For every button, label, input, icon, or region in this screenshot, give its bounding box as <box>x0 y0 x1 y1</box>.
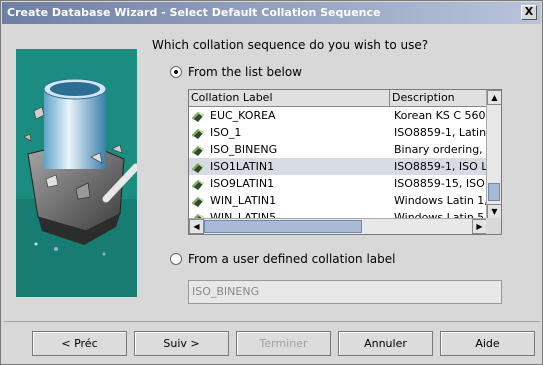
user-collation-label-field[interactable]: ISO_BINENG <box>188 280 502 304</box>
collation-label: EUC_KOREA <box>210 109 276 122</box>
scroll-right-button[interactable]: ▶ <box>472 219 487 234</box>
scroll-left-button[interactable]: ◀ <box>189 219 204 234</box>
collation-label: ISO_BINENG <box>210 143 278 156</box>
question-label: Which collation sequence do you wish to … <box>152 38 429 52</box>
column-header-collation-label[interactable]: Collation Label <box>189 90 390 107</box>
row-label-cell: WIN_LATIN1 <box>189 192 390 209</box>
table-row[interactable]: EUC_KOREA Korean KS C 5601 <box>189 107 487 124</box>
collation-label: ISO1LATIN1 <box>210 160 275 173</box>
horizontal-scroll-thumb[interactable] <box>204 220 362 233</box>
table-header: Collation Label Description <box>189 90 487 107</box>
table-row[interactable]: ISO_1 ISO8859-1, Latin 1 <box>189 124 487 141</box>
scroll-down-button[interactable]: ▼ <box>487 204 501 219</box>
collation-description: ISO8859-1, ISO La <box>394 160 487 173</box>
user-defined-label: From a user defined collation label <box>188 252 396 266</box>
vertical-scroll-thumb[interactable] <box>488 183 500 201</box>
wizard-illustration <box>16 49 137 297</box>
collation-description: Korean KS C 5601 <box>394 109 487 122</box>
arrow-right-icon: ▶ <box>476 222 483 231</box>
table-row[interactable]: ISO_BINENG Binary ordering, E <box>189 141 487 158</box>
finish-button[interactable]: Terminer <box>236 331 331 356</box>
collation-label: ISO_1 <box>210 126 242 139</box>
arrow-left-icon: ◀ <box>193 222 200 231</box>
collation-label: ISO9LATIN1 <box>210 177 275 190</box>
column-header-description[interactable]: Description <box>390 90 487 107</box>
table-row[interactable]: ISO9LATIN1 ISO8859-15, ISO L <box>189 175 487 192</box>
database-icon <box>192 145 204 156</box>
scrollbar-corner <box>486 218 501 234</box>
table-row-selected[interactable]: ISO1LATIN1 ISO8859-1, ISO La <box>189 158 487 175</box>
help-button[interactable]: Aide <box>440 331 535 356</box>
cancel-button[interactable]: Annuler <box>338 331 433 356</box>
row-label-cell: ISO9LATIN1 <box>189 175 390 192</box>
collation-description: Windows Latin 1, W <box>394 194 487 207</box>
wizard-window: Create Database Wizard - Select Default … <box>0 0 543 365</box>
database-icon <box>192 128 204 139</box>
database-icon <box>192 111 204 122</box>
table-body: EUC_KOREA Korean KS C 5601 ISO_1 ISO8859… <box>189 107 487 219</box>
close-icon: X <box>524 5 534 18</box>
database-icon <box>192 179 204 190</box>
from-list-option[interactable]: From the list below <box>170 65 302 79</box>
table-row[interactable]: WIN_LATIN1 Windows Latin 1, W <box>189 192 487 209</box>
row-label-cell: ISO_BINENG <box>189 141 390 158</box>
arrow-up-icon: ▲ <box>491 93 498 102</box>
previous-button[interactable]: < Préc <box>32 331 127 356</box>
user-defined-radio[interactable] <box>170 253 182 265</box>
window-title: Create Database Wizard - Select Default … <box>7 6 381 19</box>
database-hammer-illustration <box>16 49 137 297</box>
from-list-label: From the list below <box>188 65 302 79</box>
next-button[interactable]: Suiv > <box>134 331 229 356</box>
row-label-cell: EUC_KOREA <box>189 107 390 124</box>
database-icon <box>192 162 204 173</box>
collation-description: Binary ordering, E <box>394 143 487 156</box>
vertical-scrollbar[interactable]: ▲ ▼ <box>486 90 501 219</box>
close-button[interactable]: X <box>521 5 537 20</box>
horizontal-scrollbar[interactable]: ◀ ▶ <box>189 218 487 234</box>
row-label-cell: ISO_1 <box>189 124 390 141</box>
scroll-up-button[interactable]: ▲ <box>487 90 501 105</box>
collation-table: Collation Label Description EUC_KOREA Ko… <box>188 89 502 235</box>
arrow-down-icon: ▼ <box>491 207 498 216</box>
title-bar: Create Database Wizard - Select Default … <box>2 2 541 24</box>
collation-description: ISO8859-1, Latin 1 <box>394 126 487 139</box>
collation-description: ISO8859-15, ISO L <box>394 177 487 190</box>
collation-label: WIN_LATIN1 <box>210 194 277 207</box>
user-defined-option[interactable]: From a user defined collation label <box>170 252 395 266</box>
database-icon <box>192 196 204 207</box>
row-label-cell: ISO1LATIN1 <box>189 158 390 175</box>
from-list-radio[interactable] <box>170 66 182 78</box>
